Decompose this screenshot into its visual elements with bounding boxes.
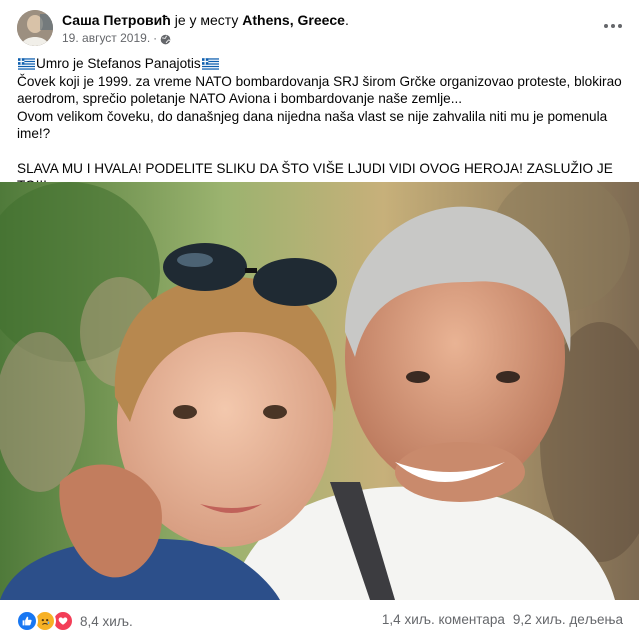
reactions-count: 8,4 хиљ.: [80, 613, 133, 629]
post-text-line-3: Ovom velikom čoveku, do današnjeg dana n…: [17, 108, 608, 142]
more-options-button[interactable]: [599, 12, 627, 40]
death-announcement: Umro je Stefanos Panajotis: [36, 56, 201, 71]
engagement-stats: 1,4 хиљ. коментара 9,2 хиљ. дељења: [382, 612, 623, 627]
post-header: Саша Петровић је у месту Athens, Greece.…: [0, 0, 639, 52]
globe-icon: [160, 33, 171, 44]
author-line: Саша Петровић је у месту Athens, Greece.: [62, 11, 349, 29]
shares-count-link[interactable]: 9,2 хиљ. дељења: [513, 612, 623, 627]
like-icon: [16, 610, 38, 632]
avatar[interactable]: [17, 10, 53, 46]
more-horizontal-icon: [604, 24, 622, 28]
post-photo[interactable]: [0, 182, 639, 600]
comments-count-link[interactable]: 1,4 хиљ. коментара: [382, 612, 505, 627]
author-connector: је у месту: [170, 12, 243, 28]
reactions-summary[interactable]: 8,4 хиљ.: [16, 610, 133, 632]
post-footer: 8,4 хиљ. 1,4 хиљ. коментара 9,2 хиљ. дељ…: [0, 600, 639, 639]
post-date[interactable]: 19. август 2019.: [62, 30, 150, 46]
post-text-line-2: Čovek koji je 1999. za vreme NATO bombar…: [17, 73, 622, 107]
author-name[interactable]: Саша Петровић: [62, 12, 171, 28]
post-text: Umro je Stefanos Panajotis Čovek koji je…: [17, 55, 627, 195]
greek-flag-icon: [201, 58, 219, 70]
post-meta: 19. август 2019. ·: [62, 30, 171, 46]
greek-flag-icon: [18, 58, 35, 70]
place-suffix: .: [344, 12, 349, 28]
meta-separator: ·: [153, 31, 158, 45]
location-link[interactable]: Athens, Greece: [242, 12, 345, 28]
post-text-line-1: Umro je Stefanos Panajotis: [17, 55, 627, 73]
